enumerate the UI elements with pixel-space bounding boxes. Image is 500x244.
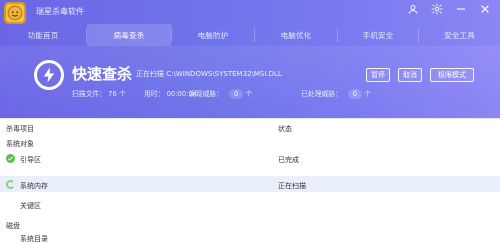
table-row: 系统对象 [0, 134, 500, 150]
tab-mobile-security[interactable]: 手机安全 [338, 24, 418, 46]
extreme-mode-button[interactable]: 极限模式 [430, 68, 474, 82]
row-item: 系统内存 [20, 182, 48, 190]
column-item-header: 杀毒项目 [6, 125, 34, 133]
stat-time-label: 用时： [144, 90, 165, 98]
stat-files: 扫描文件： 76 个 [72, 88, 126, 98]
quick-scan-icon [34, 60, 64, 90]
cancel-button[interactable]: 取消 [398, 68, 422, 82]
table-row: 引导区 已完成 [0, 150, 500, 166]
tab-security-tools[interactable]: 安全工具 [419, 24, 500, 46]
stat-handled-value: 0 [347, 89, 362, 99]
scan-table-header: 杀毒项目 状态 [0, 118, 500, 135]
row-item: 磁盘 [6, 222, 20, 230]
tab-protection[interactable]: 电脑防护 [172, 24, 254, 46]
stat-threats: 发现威胁： 0 个 [189, 88, 252, 99]
app-logo-icon [4, 2, 26, 24]
window-controls [406, 2, 492, 16]
scanning-spinner-icon [6, 180, 15, 189]
stat-files-label: 扫描文件： [72, 90, 106, 98]
close-icon[interactable] [478, 2, 492, 16]
column-status-header: 状态 [278, 125, 292, 133]
row-item: 系统对象 [6, 140, 34, 148]
stat-threats-value: 0 [229, 89, 244, 99]
tab-virus-scan[interactable]: 病毒查杀 [87, 24, 171, 46]
antivirus-window: 瑞星杀毒软件 功能首页 病毒查杀 电脑防护 电脑优化 手机安全 安全工具 快速查… [0, 0, 500, 244]
scan-status-text: 正在扫描 C:\WINDOWS\SYSTEM32\MSI.DLL [136, 70, 282, 78]
table-row: 磁盘 [0, 216, 500, 232]
stat-threats-unit: 个 [245, 90, 253, 98]
pause-button[interactable]: 暂停 [366, 68, 390, 82]
stat-files-value: 76 个 [108, 90, 126, 98]
scan-title: 快速查杀 [72, 65, 133, 83]
main-tabs: 功能首页 病毒查杀 电脑防护 电脑优化 手机安全 安全工具 [0, 24, 500, 46]
settings-icon[interactable] [430, 2, 444, 16]
table-row: 关键区 [0, 196, 500, 212]
stat-handled: 已处理威胁： 0 个 [301, 88, 371, 99]
stat-handled-label: 已处理威胁： [301, 90, 342, 98]
table-row: 系统目录 [0, 232, 500, 244]
row-status: 已完成 [278, 156, 299, 164]
table-row: 系统内存 正在扫描 [0, 176, 500, 192]
row-item: 系统目录 [20, 235, 48, 243]
stat-handled-unit: 个 [364, 90, 371, 98]
row-item: 关键区 [20, 202, 41, 210]
row-item: 引导区 [20, 156, 41, 164]
stat-threats-label: 发现威胁： [189, 90, 223, 98]
app-title: 瑞星杀毒软件 [36, 7, 84, 16]
minimize-icon[interactable] [454, 2, 468, 16]
header [0, 0, 500, 118]
user-icon[interactable] [406, 2, 420, 16]
completed-check-icon [6, 154, 15, 163]
tab-optimization[interactable]: 电脑优化 [255, 24, 337, 46]
row-status: 正在扫描 [278, 182, 306, 190]
tab-home[interactable]: 功能首页 [0, 24, 86, 46]
